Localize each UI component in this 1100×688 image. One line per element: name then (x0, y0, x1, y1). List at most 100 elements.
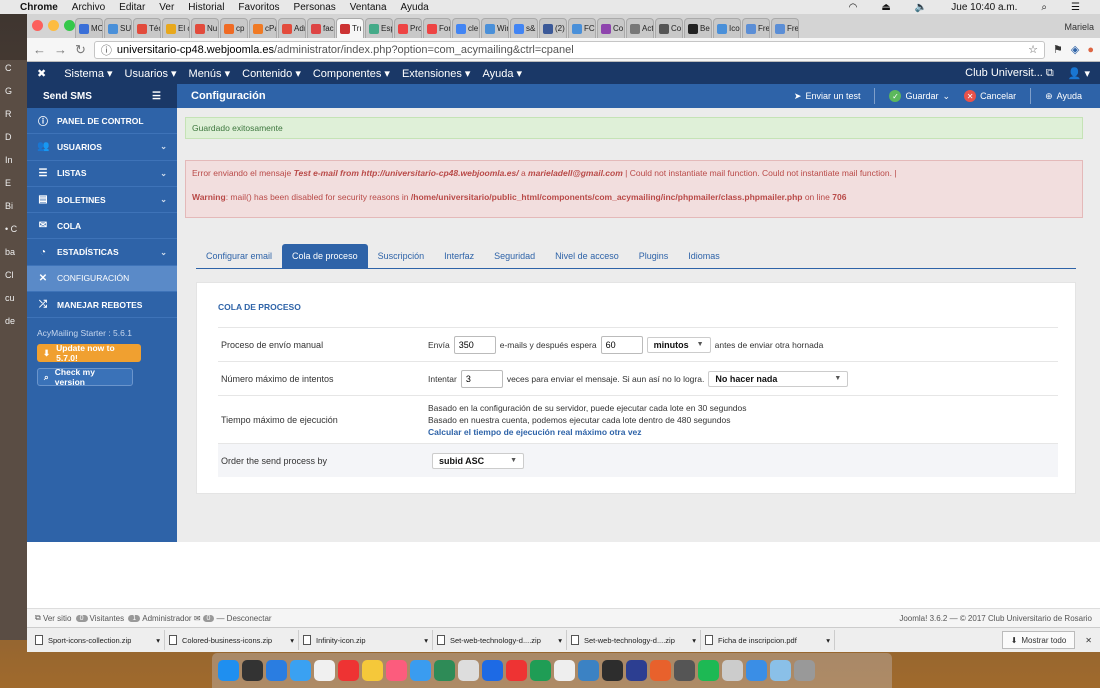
browser-tab[interactable]: fac (307, 18, 335, 38)
menu-editar[interactable]: Editar (119, 2, 145, 13)
tab-interfaz[interactable]: Interfaz (434, 244, 484, 268)
browser-tab[interactable]: FC (568, 18, 596, 38)
chevron-down-icon[interactable]: ▾ (692, 636, 696, 645)
site-link[interactable]: Club Universit... ⧉ (965, 67, 1054, 80)
sidebar-item-panel-de-control[interactable]: ⓘ PANEL DE CONTROL (27, 108, 177, 135)
back-icon[interactable]: ← (33, 42, 46, 57)
menu-personas[interactable]: Personas (294, 2, 336, 13)
browser-tab[interactable]: SU (104, 18, 132, 38)
menu-contenido[interactable]: Contenido ▾ (242, 67, 301, 80)
close-window-icon[interactable] (32, 20, 43, 31)
browser-tab[interactable]: Co (597, 18, 625, 38)
dock-app-icon[interactable] (746, 660, 767, 681)
chevron-down-icon[interactable]: ▾ (424, 636, 428, 645)
download-item[interactable]: Infinity-icon.zip ▾ (299, 630, 433, 650)
menu-usuarios[interactable]: Usuarios ▾ (125, 67, 177, 80)
sidebar-item-boletines[interactable]: ▤ BOLETINES ⌄ (27, 187, 177, 214)
browser-tab[interactable]: Adı (278, 18, 306, 38)
browser-tab[interactable]: (2) (539, 18, 567, 38)
dock-app-icon[interactable] (554, 660, 575, 681)
dock-app-icon[interactable] (434, 660, 455, 681)
menu-historial[interactable]: Historial (188, 2, 224, 13)
menu-ventana[interactable]: Ventana (350, 2, 387, 13)
dock-app-icon[interactable] (362, 660, 383, 681)
dock-app-icon[interactable] (530, 660, 551, 681)
browser-tab[interactable]: cle (452, 18, 480, 38)
browser-tab[interactable]: Pro (394, 18, 422, 38)
browser-tab[interactable]: Trı (336, 18, 364, 38)
dock-app-icon[interactable] (770, 660, 791, 681)
browser-tab[interactable]: cp (220, 18, 248, 38)
dock-app-icon[interactable] (674, 660, 695, 681)
download-item[interactable]: Sport-icons-collection.zip ▾ (31, 630, 165, 650)
dock-app-icon[interactable] (290, 660, 311, 681)
tab-idiomas[interactable]: Idiomas (678, 244, 730, 268)
bookmark-star-icon[interactable]: ☆ (1028, 43, 1044, 56)
browser-tab[interactable]: Wir (481, 18, 509, 38)
menu-archivo[interactable]: Archivo (72, 2, 105, 13)
browser-tab[interactable]: Co (655, 18, 683, 38)
chevron-down-icon[interactable]: ▾ (290, 636, 294, 645)
joomla-logo-icon[interactable]: ✖ (37, 67, 46, 80)
send-order-select[interactable]: subid ASC ▼ (432, 452, 524, 469)
update-button[interactable]: ⬇ Update now to 5.7.0! (37, 343, 141, 363)
tab-plugins[interactable]: Plugins (629, 244, 679, 268)
dock-app-icon[interactable] (314, 660, 335, 681)
sidebar-item-configuración[interactable]: ✕ CONFIGURACIÓN (27, 265, 177, 293)
dock-app-icon[interactable] (386, 660, 407, 681)
menu-sistema[interactable]: Sistema ▾ (64, 67, 112, 80)
browser-tab[interactable]: Fre (742, 18, 770, 38)
menu-chrome[interactable]: Chrome (20, 2, 58, 13)
save-button[interactable]: ✓ Guardar ⌄ (889, 90, 950, 102)
check-version-button[interactable]: ⌕ Check my version (37, 367, 133, 387)
view-site-link[interactable]: Ver sitio (43, 614, 71, 623)
menu-ayuda-joomla[interactable]: Ayuda ▾ (482, 67, 522, 80)
menu-ver[interactable]: Ver (159, 2, 174, 13)
extension-icon[interactable]: ⚑ (1053, 43, 1063, 56)
emails-per-batch-input[interactable]: 350 (453, 335, 496, 354)
url-field[interactable]: ⓘ universitario-cp48.webjoomla.es /admin… (93, 40, 1045, 59)
browser-tab[interactable]: For (423, 18, 451, 38)
dock-app-icon[interactable] (626, 660, 647, 681)
minimize-window-icon[interactable] (48, 20, 59, 31)
chevron-down-icon[interactable]: ▾ (558, 636, 562, 645)
download-item[interactable]: Set-web-technology-d....zip ▾ (433, 630, 567, 650)
wifi-icon[interactable]: ◠ (849, 2, 858, 13)
browser-tab[interactable]: Nu (191, 18, 219, 38)
menu-ayuda[interactable]: Ayuda (401, 2, 429, 13)
dock-app-icon[interactable] (242, 660, 263, 681)
tab-nivel-de-acceso[interactable]: Nivel de acceso (545, 244, 629, 268)
sidebar-item-usuarios[interactable]: 👥 USUARIOS ⌄ (27, 134, 177, 161)
browser-tab[interactable]: El c (162, 18, 190, 38)
search-icon[interactable]: ⌕ (1041, 2, 1047, 13)
tab-suscripcion[interactable]: Suscripción (368, 244, 435, 268)
menu-favoritos[interactable]: Favoritos (238, 2, 279, 13)
dock-app-icon[interactable] (458, 660, 479, 681)
browser-tab[interactable]: Be (684, 18, 712, 38)
sidebar-item-cola[interactable]: ✉ COLA (27, 213, 177, 240)
recalculate-link[interactable]: Calcular el tiempo de ejecución real máx… (428, 427, 642, 437)
attempts-input[interactable]: 3 (460, 369, 503, 388)
time-unit-select[interactable]: minutos ▼ (646, 336, 711, 353)
cancel-button[interactable]: ✕ Cancelar (964, 90, 1016, 102)
dock-app-icon[interactable] (578, 660, 599, 681)
menu-extensiones[interactable]: Extensiones ▾ (402, 67, 471, 80)
dock-app-icon[interactable] (482, 660, 503, 681)
eject-icon[interactable]: ⏏ (881, 2, 890, 13)
download-item[interactable]: Ficha de inscripcion.pdf ▾ (701, 630, 835, 650)
browser-tab[interactable]: Fre (771, 18, 799, 38)
tab-cola-de-proceso[interactable]: Cola de proceso (282, 244, 368, 268)
profile-name[interactable]: Mariela (1064, 22, 1100, 38)
forward-icon[interactable]: → (54, 42, 67, 57)
browser-tab[interactable]: Téc (133, 18, 161, 38)
extension-icon-3[interactable]: ● (1087, 44, 1094, 56)
chevron-down-icon[interactable]: ⌄ (943, 91, 951, 102)
send-sms-button[interactable]: Send SMS ☰ (27, 84, 177, 108)
menu-componentes[interactable]: Componentes ▾ (313, 67, 390, 80)
dock-app-icon[interactable] (218, 660, 239, 681)
dock-app-icon[interactable] (794, 660, 815, 681)
download-item[interactable]: Colored-business-icons.zip ▾ (165, 630, 299, 650)
reload-icon[interactable]: ↻ (75, 42, 86, 58)
dock-app-icon[interactable] (602, 660, 623, 681)
chevron-down-icon[interactable]: ▾ (826, 636, 830, 645)
